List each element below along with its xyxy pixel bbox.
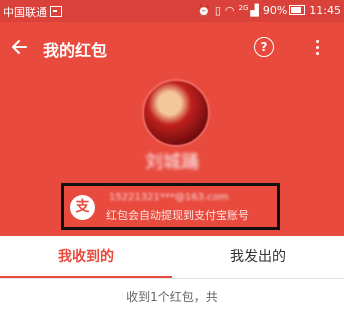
network-type: 2G — [238, 4, 249, 12]
sim-icon — [50, 6, 62, 17]
withdraw-note: 红包会自动提现到支付宝账号 — [106, 209, 249, 222]
tab-bar: 我收到的 我发出的 — [0, 236, 344, 279]
avatar — [142, 79, 210, 147]
status-bar: 中国联通 ⏰ ▯ ◠ 2G ▟ 90% 11:45 — [0, 0, 344, 22]
back-arrow-icon[interactable] — [10, 38, 28, 56]
signal-icon: ▟ — [250, 4, 259, 17]
battery-icon — [289, 5, 306, 15]
user-name: 刘城踊 — [145, 152, 199, 173]
wifi-icon: ◠ — [224, 4, 235, 17]
red-envelope-header: 我的红包 ? 刘城踊 支 15221321***@163.com 红包会自动提现… — [0, 22, 344, 236]
divider — [0, 278, 344, 279]
alarm-icon: ⏰ — [197, 4, 211, 17]
alipay-icon: 支 — [70, 195, 95, 220]
received-summary: 收到1个红包，共 — [126, 290, 218, 304]
battery-percent: 90% — [262, 4, 288, 17]
vibrate-icon: ▯ — [214, 4, 221, 17]
alipay-account-email: 15221321***@163.com — [109, 192, 229, 203]
clock: 11:45 — [309, 4, 341, 17]
page-title: 我的红包 — [43, 41, 108, 60]
tab-sent[interactable]: 我发出的 — [172, 236, 344, 278]
carrier-name: 中国联通 — [3, 6, 47, 19]
more-menu-icon[interactable] — [311, 38, 323, 56]
alipay-account-highlight: 支 15221321***@163.com 红包会自动提现到支付宝账号 — [61, 183, 280, 230]
tab-received[interactable]: 我收到的 — [0, 236, 172, 278]
help-icon[interactable]: ? — [254, 37, 274, 57]
